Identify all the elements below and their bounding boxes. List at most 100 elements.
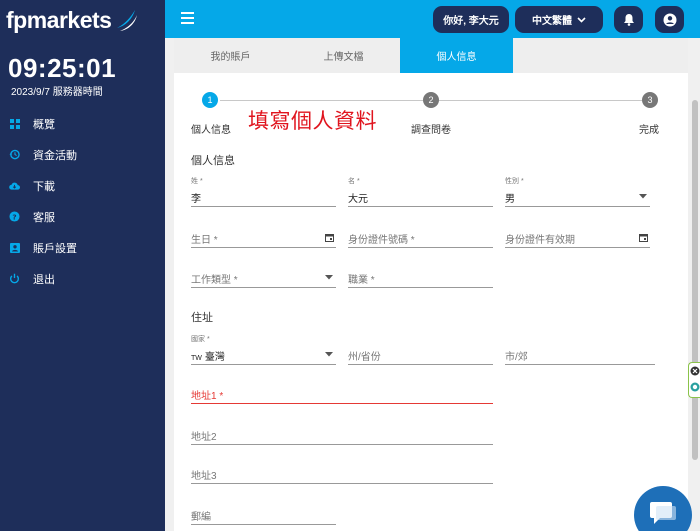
country-label: 國家 * (191, 336, 210, 343)
cloud-download-icon (9, 180, 20, 191)
account-box-icon (9, 242, 20, 253)
address-line1-field[interactable]: 地址1 * (191, 382, 493, 404)
sidebar-item-label: 客服 (33, 211, 55, 224)
chevron-down-icon (577, 16, 586, 23)
given-name-label: 名 * (348, 178, 360, 185)
help-icon: ? (9, 211, 20, 222)
step-3-indicator[interactable]: 3 (642, 92, 658, 108)
sidebar-item-support[interactable]: ? 客服 (0, 201, 165, 232)
id-number-field[interactable]: 身份證件號碼 * (348, 226, 493, 248)
power-icon (9, 273, 20, 284)
swoosh-icon (117, 10, 138, 31)
step-1-indicator[interactable]: 1 (202, 92, 218, 108)
side-widget[interactable] (688, 362, 700, 398)
tab-my-account[interactable]: 我的賬戶 (174, 38, 287, 73)
bell-icon (623, 14, 634, 26)
city-placeholder: 市/郊 (505, 352, 528, 363)
account-button[interactable] (655, 6, 684, 33)
handwritten-annotation: 填寫個人資料 (248, 109, 377, 133)
occupation-placeholder: 職業 * (348, 275, 375, 286)
tab-upload-documents[interactable]: 上傳文檔 (287, 38, 400, 73)
widget-logo-icon (690, 382, 700, 392)
calendar-icon[interactable] (638, 232, 648, 242)
server-clock: 09:25:01 (8, 53, 117, 83)
step-connector (220, 100, 423, 101)
tab-bar: 我的賬戶 上傳文檔 個人信息 (174, 38, 688, 73)
sidebar-item-download[interactable]: 下載 (0, 170, 165, 201)
registration-stepper: 1 2 3 個人信息 調查問卷 完成 填寫個人資料 (174, 90, 688, 140)
server-time-caption: 2023/9/7 服務器時間 (11, 87, 103, 98)
address-line2-placeholder: 地址2 (191, 432, 217, 443)
id-expiry-field[interactable]: 身份證件有效期 (505, 226, 650, 248)
state-field[interactable]: 州/省份 (348, 343, 493, 365)
country-value: TW 臺灣 (191, 348, 225, 363)
step-connector (439, 100, 642, 101)
job-type-select[interactable]: 工作類型 * (191, 266, 336, 288)
occupation-field[interactable]: 職業 * (348, 266, 493, 288)
given-name-value: 大元 (348, 194, 368, 205)
notifications-button[interactable] (614, 6, 643, 33)
dropdown-arrow-icon (324, 349, 334, 359)
page-scrollbar[interactable] (692, 100, 698, 460)
address-line3-field[interactable]: 地址3 (191, 462, 493, 484)
surname-field[interactable]: 姓 * 李 (191, 178, 336, 207)
user-greeting-button[interactable]: 你好, 李大元 (433, 6, 509, 33)
step-2-indicator[interactable]: 2 (423, 92, 439, 108)
step-3-label: 完成 (639, 125, 659, 136)
sidebar-item-overview[interactable]: 概覽 (0, 108, 165, 139)
greeting-text: 你好, 李大元 (443, 16, 499, 27)
gender-label: 性別 * (505, 178, 524, 185)
city-field[interactable]: 市/郊 (505, 343, 655, 365)
sidebar-nav: 概覽 資金活動 下載 ? 客服 賬戶設置 退出 (0, 108, 165, 294)
sidebar-item-fund-activity[interactable]: 資金活動 (0, 139, 165, 170)
calendar-icon[interactable] (324, 232, 334, 242)
id-number-placeholder: 身份證件號碼 * (348, 235, 415, 246)
job-type-placeholder: 工作類型 * (191, 275, 238, 286)
sidebar-item-logout[interactable]: 退出 (0, 263, 165, 294)
state-placeholder: 州/省份 (348, 352, 381, 363)
sidebar-item-label: 退出 (33, 273, 55, 286)
gender-select[interactable]: 性別 * 男 (505, 178, 650, 207)
birthday-placeholder: 生日 * (191, 235, 218, 246)
sidebar-item-label: 賬戶設置 (33, 242, 77, 255)
dropdown-arrow-icon (638, 191, 648, 201)
gender-value: 男 (505, 194, 515, 205)
given-name-field[interactable]: 名 * 大元 (348, 178, 493, 207)
step-1-label: 個人信息 (191, 125, 231, 136)
personal-info-heading: 個人信息 (191, 155, 235, 167)
sidebar-item-label: 資金活動 (33, 149, 77, 162)
sidebar-item-label: 下載 (33, 180, 55, 193)
dropdown-arrow-icon (324, 272, 334, 282)
id-expiry-placeholder: 身份證件有效期 (505, 235, 575, 246)
address-line1-placeholder: 地址1 * (191, 391, 224, 402)
menu-icon[interactable] (181, 12, 197, 26)
country-name: 臺灣 (204, 352, 225, 363)
language-select[interactable]: 中文繁體 (515, 6, 603, 33)
country-code: TW (191, 355, 202, 362)
history-icon (9, 149, 20, 160)
sidebar: fpmarkets 09:25:01 2023/9/7 服務器時間 概覽 資金活… (0, 0, 165, 531)
chat-bubble-icon (650, 502, 676, 524)
svg-text:?: ? (12, 212, 16, 221)
topbar: 你好, 李大元 中文繁體 (165, 0, 700, 38)
birthday-field[interactable]: 生日 * (191, 226, 336, 248)
sidebar-item-label: 概覽 (33, 118, 55, 131)
address-line2-field[interactable]: 地址2 (191, 423, 493, 445)
surname-value: 李 (191, 194, 201, 205)
account-circle-icon (663, 13, 676, 26)
tab-personal-info[interactable]: 個人信息 (400, 38, 513, 73)
main-card: 我的賬戶 上傳文檔 個人信息 1 2 3 個人信息 調查問卷 完成 填寫個人資料… (174, 38, 688, 531)
language-label: 中文繁體 (532, 16, 572, 27)
grid-icon (9, 118, 20, 129)
address-line3-placeholder: 地址3 (191, 471, 217, 482)
postcode-placeholder: 郵編 (191, 512, 211, 523)
sidebar-item-account-settings[interactable]: 賬戶設置 (0, 232, 165, 263)
brand-name: fpmarkets (6, 6, 112, 33)
postcode-field[interactable]: 郵編 (191, 503, 336, 525)
close-icon[interactable] (690, 366, 700, 376)
brand-logo[interactable]: fpmarkets (6, 4, 139, 36)
address-heading: 住址 (191, 312, 213, 324)
step-2-label: 調查問卷 (411, 125, 451, 136)
surname-label: 姓 * (191, 178, 203, 185)
country-select[interactable]: 國家 * TW 臺灣 (191, 336, 336, 365)
